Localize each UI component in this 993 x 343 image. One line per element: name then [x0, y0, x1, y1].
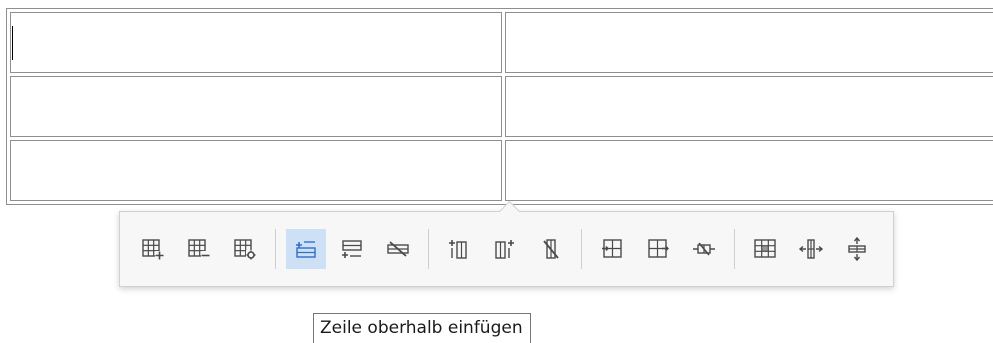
table-context-toolbar — [119, 211, 894, 287]
cell-split-button[interactable] — [638, 229, 678, 269]
table-insert-button[interactable] — [133, 229, 173, 269]
column-resize-icon — [798, 239, 824, 259]
toolbar-separator — [734, 229, 735, 269]
row-delete-button[interactable] — [378, 229, 418, 269]
text-caret — [12, 26, 13, 60]
row-insert-above-button[interactable] — [286, 229, 326, 269]
editor-table — [6, 8, 993, 205]
table-cell[interactable] — [505, 140, 993, 201]
table-cell[interactable] — [505, 12, 993, 73]
column-resize-button[interactable] — [791, 229, 831, 269]
cell-split-icon — [648, 239, 669, 258]
row-resize-button[interactable] — [837, 229, 877, 269]
table-cell[interactable] — [10, 12, 502, 73]
table-row — [10, 12, 993, 73]
tooltip-text: Zeile oberhalb einfügen — [320, 318, 523, 338]
cell-delete-button[interactable] — [684, 229, 724, 269]
cell-delete-icon — [693, 242, 715, 256]
toolbar-separator — [275, 229, 276, 269]
table-cell[interactable] — [505, 76, 993, 137]
table-row — [10, 140, 993, 201]
column-insert-before-button[interactable] — [439, 229, 479, 269]
table-cell[interactable] — [10, 140, 502, 201]
table-delete-icon — [188, 239, 210, 260]
row-insert-below-button[interactable] — [332, 229, 372, 269]
table-cell[interactable] — [10, 76, 502, 137]
cell-merge-icon — [602, 239, 622, 258]
row-insert-below-icon — [342, 240, 362, 258]
table-insert-icon — [142, 239, 164, 260]
table-row — [10, 76, 993, 137]
column-delete-button[interactable] — [531, 229, 571, 269]
column-insert-after-button[interactable] — [485, 229, 525, 269]
tooltip: Zeile oberhalb einfügen — [313, 313, 531, 343]
table-delete-button[interactable] — [179, 229, 219, 269]
column-delete-icon — [543, 239, 559, 259]
cell-merge-button[interactable] — [592, 229, 632, 269]
column-insert-before-icon — [449, 240, 467, 259]
table-properties-icon — [234, 239, 256, 260]
column-insert-after-icon — [495, 240, 514, 259]
cell-properties-button[interactable] — [745, 229, 785, 269]
row-delete-icon — [387, 241, 409, 257]
toolbar-separator — [428, 229, 429, 269]
row-resize-icon — [848, 236, 866, 262]
table-properties-button[interactable] — [225, 229, 265, 269]
editor-page: Zeile oberhalb einfügen — [0, 0, 993, 343]
toolbar-separator — [581, 229, 582, 269]
cell-properties-icon — [754, 239, 776, 258]
row-insert-above-icon — [296, 241, 316, 258]
